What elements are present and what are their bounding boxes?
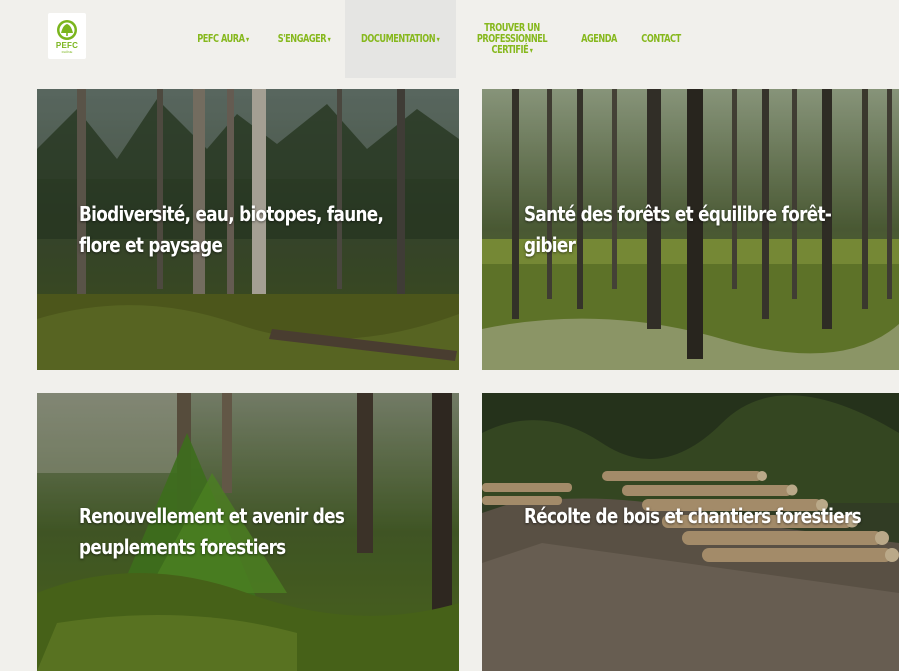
- card-renouvellement[interactable]: Renouvellement et avenir des peuplements…: [37, 393, 459, 671]
- card-recolte-bois[interactable]: Récolte de bois et chantiers forestiers: [482, 393, 899, 671]
- nav-contact[interactable]: CONTACT: [638, 0, 683, 78]
- card-title: Biodiversité, eau, biotopes, faune, flor…: [79, 199, 384, 261]
- logo-subtext: RHÔNE: [61, 49, 73, 54]
- card-title: Santé des forêts et équilibre forêt- gib…: [524, 199, 832, 261]
- pefc-logo[interactable]: PEFC RHÔNE: [48, 13, 86, 59]
- card-title-line-1: Biodiversité, eau, biotopes, faune,: [79, 202, 384, 226]
- chevron-down-icon: ▾: [327, 34, 331, 44]
- card-title-line-1: Récolte de bois et chantiers forestiers: [524, 504, 862, 528]
- site-header: PEFC RHÔNE PEFC AURA ▾ S'ENGAGER ▾ DOCUMEN…: [0, 0, 899, 80]
- card-title-line-2: flore et paysage: [79, 233, 223, 257]
- card-title-line-2: gibier: [524, 233, 576, 257]
- chevron-down-icon: ▾: [246, 34, 249, 44]
- chevron-down-icon: ▾: [529, 45, 533, 55]
- nav-documentation-label: DOCUMENTATION: [361, 32, 436, 45]
- logo-wordmark: PEFC: [55, 40, 79, 50]
- nav-sengager[interactable]: S'ENGAGER ▾: [276, 0, 332, 78]
- nav-trouver-professionnel[interactable]: TROUVER UN PROFESSIONNEL CERTIFIÉ ▾: [473, 0, 551, 78]
- nav-documentation[interactable]: DOCUMENTATION ▾: [345, 0, 456, 78]
- nav-pefc-aura-label: PEFC AURA: [197, 32, 245, 45]
- nav-trouver-line-3: CERTIFIÉ: [491, 43, 529, 56]
- card-title: Récolte de bois et chantiers forestiers: [524, 501, 862, 532]
- nav-trouver-line-1: TROUVER UN: [484, 21, 540, 34]
- card-title-line-2: peuplements forestiers: [79, 535, 286, 559]
- chevron-down-icon: ▾: [436, 34, 440, 44]
- card-title: Renouvellement et avenir des peuplements…: [79, 501, 345, 563]
- tree-logo-icon: [57, 19, 77, 40]
- nav-agenda[interactable]: AGENDA: [580, 0, 619, 78]
- nav-contact-label: CONTACT: [641, 32, 681, 45]
- card-sante-forets[interactable]: Santé des forêts et équilibre forêt- gib…: [482, 89, 899, 370]
- forest-photo-recolte: [482, 393, 899, 671]
- nav-agenda-label: AGENDA: [581, 32, 617, 45]
- card-title-line-1: Santé des forêts et équilibre forêt-: [524, 202, 832, 226]
- nav-pefc-aura[interactable]: PEFC AURA ▾: [194, 0, 252, 78]
- card-title-line-1: Renouvellement et avenir des: [79, 504, 345, 528]
- nav-sengager-label: S'ENGAGER: [277, 32, 327, 45]
- card-biodiversite[interactable]: Biodiversité, eau, biotopes, faune, flor…: [37, 89, 459, 370]
